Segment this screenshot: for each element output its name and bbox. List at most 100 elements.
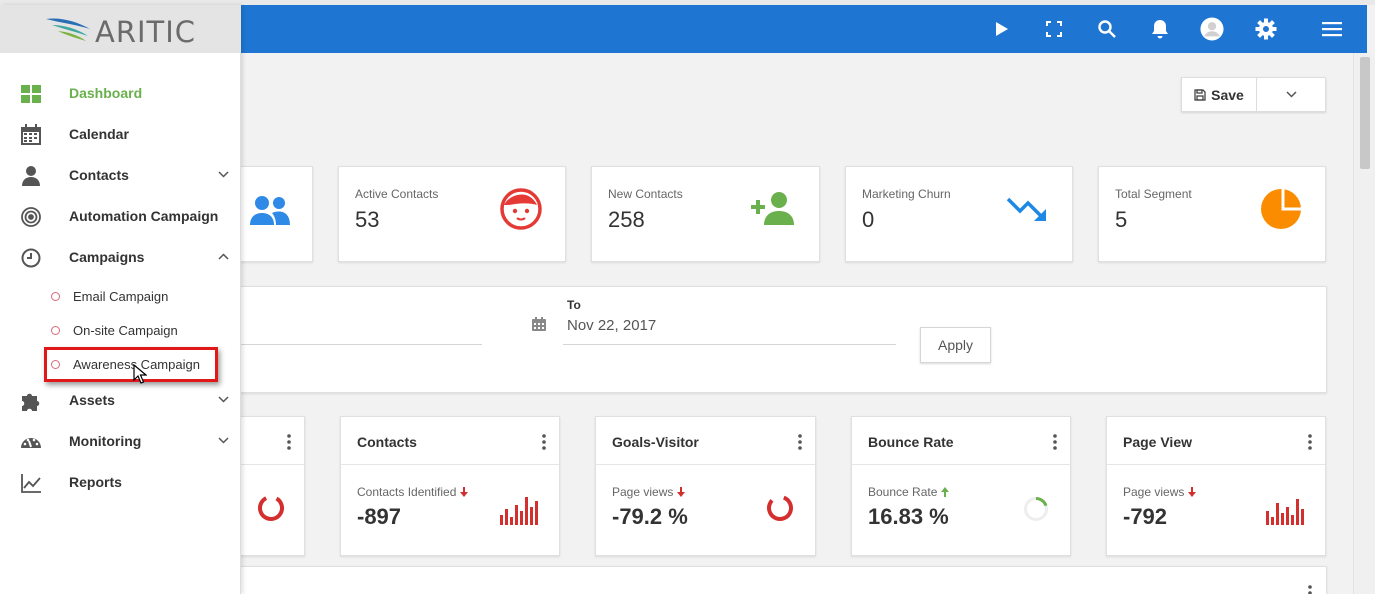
metric-card-header: Bounce Rate: [852, 417, 1070, 465]
arrow-down-icon: [460, 487, 469, 497]
metric-value: -897: [357, 504, 402, 529]
sidebar-item-label: Reports: [69, 474, 122, 490]
face-icon: [500, 188, 542, 230]
bottom-panel: [240, 566, 1327, 594]
kebab-menu-icon[interactable]: [286, 434, 292, 450]
to-date-input[interactable]: Nov 22, 2017: [567, 317, 656, 334]
metric-value: -792: [1123, 504, 1168, 529]
ring-chart-icon: [258, 495, 284, 522]
chevron-down-icon: [1285, 91, 1297, 98]
to-date-underline: [563, 344, 896, 345]
logo-area: ARITIC: [0, 5, 241, 53]
metric-label: Page views: [1123, 485, 1197, 499]
metric-label: Bounce Rate: [868, 485, 950, 499]
bar-chart-icon: [1266, 499, 1304, 525]
kebab-menu-icon[interactable]: [797, 434, 803, 450]
metric-label-text: Contacts Identified: [357, 485, 457, 499]
highlight-box: [44, 347, 218, 382]
metric-card-page-view: Page View Page views -792: [1106, 416, 1326, 556]
chevron-up-icon: [218, 253, 229, 260]
scrollbar-thumb[interactable]: [1360, 57, 1370, 169]
avatar[interactable]: [1200, 17, 1224, 41]
play-icon[interactable]: [990, 17, 1014, 41]
stat-value: 53: [355, 207, 380, 232]
metric-value: -79.2 %: [612, 504, 688, 529]
person-icon: [22, 166, 40, 186]
kebab-menu-icon[interactable]: [1307, 585, 1313, 594]
trend-down-icon: [1006, 197, 1046, 221]
sidebar-subitem-label: Email Campaign: [73, 289, 169, 304]
sidebar-item-monitoring[interactable]: Monitoring: [0, 423, 241, 459]
metric-label-text: Page views: [1123, 485, 1185, 499]
stat-label: Total Segment: [1115, 187, 1192, 201]
search-icon[interactable]: [1095, 17, 1119, 41]
sidebar-item-campaigns[interactable]: Campaigns: [0, 239, 241, 275]
kebab-menu-icon[interactable]: [1052, 434, 1058, 450]
sidebar-item-label: Assets: [69, 392, 115, 408]
metric-card-header: Contacts: [341, 417, 559, 465]
sidebar-item-calendar[interactable]: Calendar: [0, 116, 241, 152]
sidebar-item-label: Calendar: [69, 126, 129, 142]
chevron-down-icon: [218, 171, 229, 178]
sidebar-item-label: Contacts: [69, 167, 129, 183]
sidebar-subitem-on-site-campaign[interactable]: On-site Campaign: [0, 315, 241, 345]
date-filter-panel: To Nov 22, 2017 Apply: [240, 286, 1327, 393]
stat-label: Active Contacts: [355, 187, 439, 201]
metric-label-text: Page views: [612, 485, 674, 499]
stat-card-marketing-churn: Marketing Churn 0: [845, 166, 1073, 262]
dashboard-grid-icon: [21, 85, 41, 103]
sidebar: ARITIC Dashboard Calendar Contacts Autom…: [0, 5, 241, 594]
save-dropdown-toggle[interactable]: [1257, 78, 1325, 111]
save-button[interactable]: Save: [1182, 78, 1257, 111]
metric-card-title: Page View: [1123, 434, 1193, 450]
kebab-menu-icon[interactable]: [541, 434, 547, 450]
sidebar-item-label: Automation Campaign: [69, 208, 219, 224]
metric-value: 16.83 %: [868, 504, 949, 529]
stat-value: 258: [608, 207, 645, 232]
line-chart-icon: [21, 474, 41, 493]
circle-bullet-icon: [51, 292, 60, 301]
circle-bullet-icon: [51, 326, 60, 335]
apply-button[interactable]: Apply: [920, 327, 991, 363]
metric-card-goals-visitor: Goals-Visitor Page views -79.2 %: [595, 416, 816, 556]
logo-text: ARITIC: [95, 15, 197, 49]
metric-card-contacts: Contacts Contacts Identified -897: [340, 416, 560, 556]
metric-card-header: Goals-Visitor: [596, 417, 815, 465]
gauge-icon: [21, 438, 41, 448]
metric-label: Contacts Identified: [357, 485, 469, 499]
kebab-menu-icon[interactable]: [1307, 434, 1313, 450]
stat-label: Marketing Churn: [862, 187, 951, 201]
users-icon: [250, 196, 290, 225]
ring-chart-icon: [767, 495, 793, 521]
metric-card-title: Goals-Visitor: [612, 434, 699, 450]
save-label: Save: [1211, 86, 1244, 103]
chevron-down-icon: [218, 396, 229, 403]
sidebar-subitem-email-campaign[interactable]: Email Campaign: [0, 281, 241, 311]
calendar-icon: [21, 124, 41, 145]
bell-icon[interactable]: [1148, 17, 1172, 41]
stat-value: 5: [1115, 207, 1128, 232]
calendar-icon: [532, 317, 546, 331]
page-scrollbar[interactable]: [1353, 53, 1375, 594]
sidebar-item-label: Dashboard: [69, 85, 143, 101]
stat-card-new-contacts: New Contacts 258: [591, 166, 820, 262]
fullscreen-icon[interactable]: [1042, 17, 1066, 41]
sidebar-item-contacts[interactable]: Contacts: [0, 157, 241, 193]
sidebar-item-automation-campaign[interactable]: Automation Campaign: [0, 198, 241, 234]
target-icon: [21, 207, 41, 227]
arrow-up-icon: [941, 487, 950, 497]
hamburger-menu-icon[interactable]: [1320, 17, 1344, 41]
metric-card-bounce-rate: Bounce Rate Bounce Rate 16.83 %: [851, 416, 1071, 556]
sidebar-item-assets[interactable]: Assets: [0, 382, 241, 418]
sidebar-item-dashboard[interactable]: Dashboard: [0, 75, 241, 111]
gear-icon[interactable]: [1254, 17, 1278, 41]
save-button-group: Save: [1181, 77, 1326, 112]
sidebar-subitem-label: On-site Campaign: [73, 323, 178, 338]
from-date-input[interactable]: [241, 344, 482, 345]
sidebar-item-reports[interactable]: Reports: [0, 464, 241, 500]
puzzle-icon: [22, 393, 40, 411]
metric-label-text: Bounce Rate: [868, 485, 938, 499]
stat-card-total-segment: Total Segment 5: [1098, 166, 1326, 262]
add-user-icon: [751, 192, 794, 225]
metric-label: Page views: [612, 485, 686, 499]
